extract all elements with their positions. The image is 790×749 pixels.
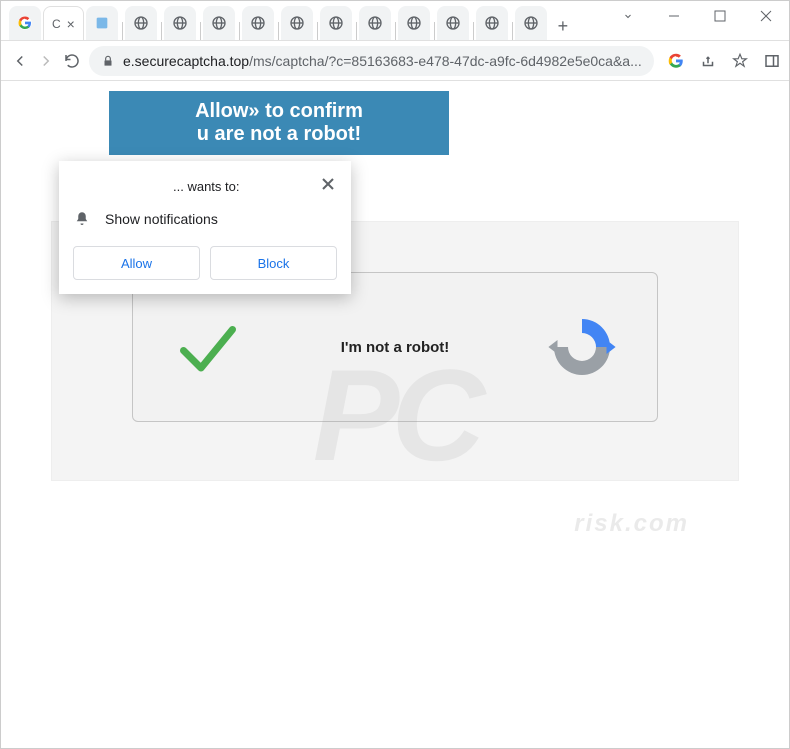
chevron-down-icon bbox=[622, 10, 634, 22]
tab-divider bbox=[395, 22, 396, 40]
banner-line2: u are not a robot! bbox=[197, 123, 361, 146]
tab-globe-6[interactable] bbox=[320, 6, 352, 40]
close-icon bbox=[760, 10, 772, 22]
captcha-box[interactable]: I'm not a robot! bbox=[132, 272, 658, 422]
watermark-sub: risk.com bbox=[574, 510, 689, 538]
address-bar[interactable]: e.securecaptcha.top/ms/captcha/?c=851636… bbox=[89, 46, 654, 76]
tab-divider bbox=[122, 22, 123, 40]
tab-title: C bbox=[52, 17, 61, 31]
tab-globe-11[interactable] bbox=[515, 6, 547, 40]
tab-globe-1[interactable] bbox=[125, 6, 157, 40]
captcha-text: I'm not a robot! bbox=[243, 339, 547, 356]
globe-icon bbox=[289, 15, 305, 31]
bookmark-star-icon[interactable] bbox=[730, 51, 750, 71]
tab-globe-7[interactable] bbox=[359, 6, 391, 40]
url-path: /ms/captcha/?c=85163683-e478-47dc-a9fc-6… bbox=[249, 53, 642, 69]
popup-body: Show notifications bbox=[73, 210, 337, 228]
url-domain: e.securecaptcha.top bbox=[123, 53, 249, 69]
reload-button[interactable] bbox=[63, 47, 81, 75]
tab-globe-5[interactable] bbox=[281, 6, 313, 40]
allow-button[interactable]: Allow bbox=[73, 246, 200, 280]
tab-google[interactable] bbox=[9, 6, 41, 40]
tab-globe-4[interactable] bbox=[242, 6, 274, 40]
reload-icon bbox=[63, 52, 81, 70]
google-services-icon[interactable] bbox=[666, 51, 686, 71]
forward-button[interactable] bbox=[37, 47, 55, 75]
toolbar: e.securecaptcha.top/ms/captcha/?c=851636… bbox=[1, 41, 789, 81]
tab-globe-8[interactable] bbox=[398, 6, 430, 40]
tab-divider bbox=[200, 22, 201, 40]
chevron-down-button[interactable] bbox=[605, 0, 651, 32]
titlebar: C × bbox=[1, 1, 789, 41]
tab-strip: C × bbox=[1, 0, 605, 40]
tab-divider bbox=[161, 22, 162, 40]
plus-icon: + bbox=[558, 16, 569, 37]
globe-icon bbox=[328, 15, 344, 31]
share-icon[interactable] bbox=[698, 51, 718, 71]
google-favicon-icon bbox=[17, 15, 33, 31]
maximize-icon bbox=[714, 10, 726, 22]
block-label: Block bbox=[258, 256, 290, 271]
side-panel-icon[interactable] bbox=[762, 51, 782, 71]
globe-icon bbox=[484, 15, 500, 31]
arrow-right-icon bbox=[37, 52, 55, 70]
bell-icon bbox=[73, 210, 91, 228]
extension-icon bbox=[94, 15, 110, 31]
globe-icon bbox=[367, 15, 383, 31]
tab-divider bbox=[317, 22, 318, 40]
tab-divider bbox=[239, 22, 240, 40]
recaptcha-logo-icon bbox=[547, 312, 617, 382]
globe-icon bbox=[211, 15, 227, 31]
popup-header: ... wants to: bbox=[73, 175, 337, 198]
back-button[interactable] bbox=[11, 47, 29, 75]
window-controls bbox=[605, 0, 789, 40]
minimize-icon bbox=[668, 10, 680, 22]
tab-blank-1[interactable] bbox=[86, 6, 118, 40]
tab-globe-9[interactable] bbox=[437, 6, 469, 40]
popup-permission-text: Show notifications bbox=[105, 211, 218, 227]
page-content: Allow» to confirm u are not a robot! I'm… bbox=[1, 81, 789, 748]
tab-globe-2[interactable] bbox=[164, 6, 196, 40]
globe-icon bbox=[523, 15, 539, 31]
globe-icon bbox=[445, 15, 461, 31]
lock-icon bbox=[101, 54, 115, 68]
new-tab-button[interactable]: + bbox=[549, 12, 577, 40]
popup-title: ... wants to: bbox=[173, 179, 239, 194]
tab-divider bbox=[473, 22, 474, 40]
notification-permission-popup: ... wants to: Show notifications Allow B… bbox=[59, 161, 351, 294]
allow-label: Allow bbox=[121, 256, 152, 271]
tab-globe-3[interactable] bbox=[203, 6, 235, 40]
browser-window: C × bbox=[0, 0, 790, 749]
arrow-left-icon bbox=[11, 52, 29, 70]
popup-buttons: Allow Block bbox=[73, 246, 337, 280]
block-button[interactable]: Block bbox=[210, 246, 337, 280]
popup-close-button[interactable] bbox=[319, 175, 337, 198]
tab-close-icon[interactable]: × bbox=[67, 16, 75, 32]
tab-divider bbox=[356, 22, 357, 40]
close-icon bbox=[321, 177, 335, 191]
globe-icon bbox=[172, 15, 188, 31]
tab-globe-10[interactable] bbox=[476, 6, 508, 40]
confirm-banner: Allow» to confirm u are not a robot! bbox=[109, 91, 449, 155]
checkmark-icon bbox=[173, 312, 243, 382]
banner-line1: Allow» to confirm bbox=[195, 100, 363, 123]
toolbar-icons: ⋮ bbox=[662, 48, 790, 74]
url-text: e.securecaptcha.top/ms/captcha/?c=851636… bbox=[123, 53, 642, 69]
globe-icon bbox=[250, 15, 266, 31]
tab-active[interactable]: C × bbox=[43, 6, 84, 40]
tab-divider bbox=[434, 22, 435, 40]
tab-divider bbox=[512, 22, 513, 40]
globe-icon bbox=[133, 15, 149, 31]
minimize-button[interactable] bbox=[651, 0, 697, 32]
globe-icon bbox=[406, 15, 422, 31]
maximize-button[interactable] bbox=[697, 0, 743, 32]
close-window-button[interactable] bbox=[743, 0, 789, 32]
tab-divider bbox=[278, 22, 279, 40]
